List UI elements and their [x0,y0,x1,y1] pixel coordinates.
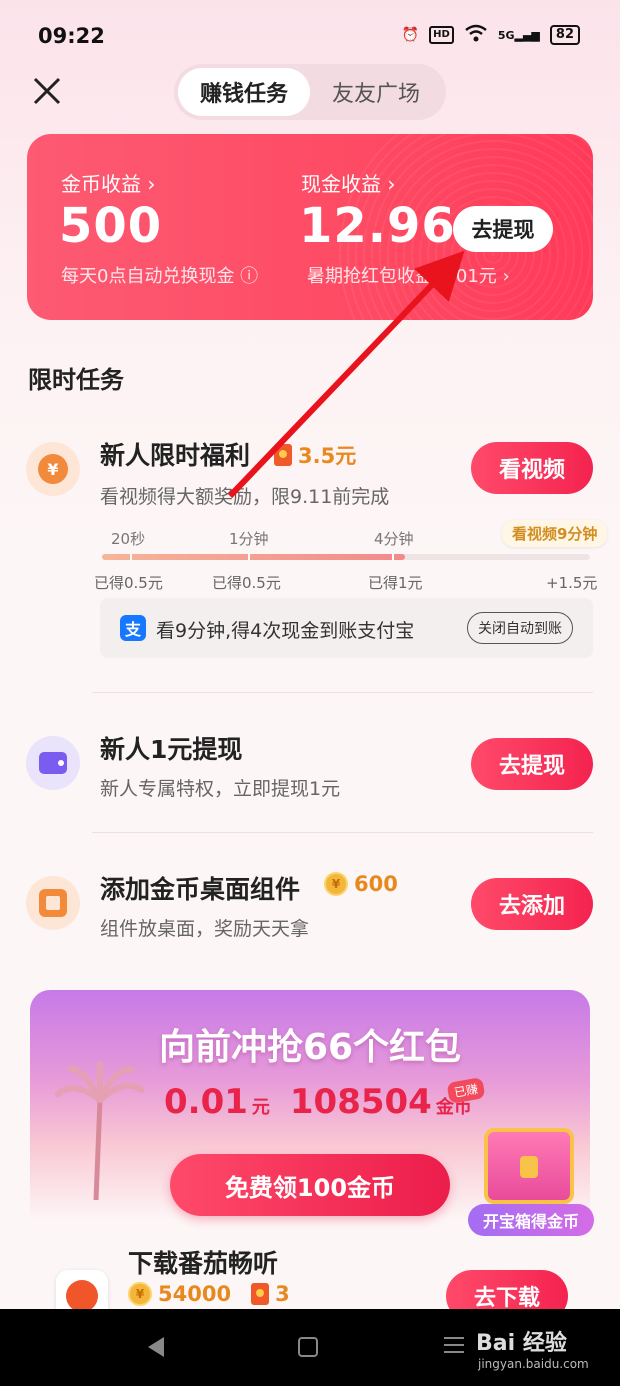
milestone-earned: 已得0.5元 [212,574,281,592]
network-label: 5G [497,28,515,42]
wallet-icon [26,736,80,790]
treasure-chest-widget[interactable]: 开宝箱得金币 [468,1118,594,1238]
banner-coin-amount: 108504 [289,1082,432,1122]
yuan-coin-icon: ¥ [26,442,80,496]
alipay-text: 看9分钟,得4次现金到账支付宝 [156,620,415,642]
close-auto-deposit-button[interactable]: 关闭自动到账 [467,612,573,644]
banner-cash-amount: 0.01 [164,1082,248,1122]
withdraw-1yuan-button[interactable]: 去提现 [471,738,593,790]
withdraw-button[interactable]: 去提现 [453,206,553,252]
summer-redpacket-note[interactable]: 暑期抢红包收益 0.01元 › [307,262,510,288]
coin-icon: ¥ [324,872,348,896]
task-progress-bar [102,554,590,560]
battery-icon: 82 [549,25,580,45]
widget-icon [26,876,80,930]
task-progress-fill [102,554,405,560]
chest-label: 开宝箱得金币 [468,1204,594,1236]
progress-tick [130,554,132,560]
earnings-card: 金币收益 › 500 每天0点自动兑换现金 ⓘ 现金收益 › 12.96 暑期抢… [27,134,593,320]
task-subtitle: 组件放桌面，奖励天天拿 [100,918,310,940]
app-task-rewards: ¥ 54000 3 [128,1282,290,1306]
task-title: 新人限时福利 [100,441,251,470]
baidu-watermark: Bai 经验 [476,1331,567,1356]
add-widget-button[interactable]: 去添加 [471,878,593,930]
coin-icon: ¥ [128,1282,152,1306]
hd-icon: HD [429,26,454,44]
task-reward-value: 600 [354,872,398,896]
status-time: 09:22 [38,24,105,48]
task-reward: 3.5元 [274,440,356,470]
task-subtitle: 看视频得大额奖励，限9.11前完成 [100,486,390,508]
app-coin-reward: 54000 [158,1282,232,1306]
top-tab-switcher: 赚钱任务 友友广场 [174,64,446,120]
watch-video-button[interactable]: 看视频 [471,442,593,494]
task-title: 新人1元提现 [100,735,243,764]
milestone-earned: +1.5元 [546,574,598,592]
menu-nav-icon[interactable] [444,1337,464,1353]
back-nav-icon[interactable] [148,1337,164,1357]
status-bar: 09:22 ⏰ HD 5G▂▄▆ 82 [0,0,620,70]
divider [92,832,593,833]
system-nav-bar: Bai 经验 jingyan.baidu.com [0,1309,620,1386]
chest-lock-icon [520,1156,538,1178]
app-packet-reward: 3 [275,1282,290,1306]
alipay-icon: 支 [120,615,146,641]
close-icon [33,77,61,105]
wifi-icon [464,24,488,46]
task-subtitle: 新人专属特权，立即提现1元 [100,778,341,800]
tab-earn-tasks[interactable]: 赚钱任务 [178,68,310,116]
palm-tree-illustration [55,1061,144,1200]
milestone-time: 4分钟 [374,530,414,548]
app-task-title: 下载番茄畅听 [128,1249,279,1278]
banner-cash-unit: 元 [251,1097,270,1118]
cash-earnings-value: 12.96 [299,198,456,254]
progress-tick [392,554,394,560]
milestone-time: 1分钟 [229,530,269,548]
coin-earnings-link[interactable]: 金币收益 › [61,168,155,197]
watermark-url: jingyan.baidu.com [478,1357,589,1371]
alarm-icon: ⏰ [401,27,420,43]
milestone-earned: 已得1元 [368,574,423,592]
home-nav-icon[interactable] [298,1337,318,1357]
task-reward: ¥ 600 [324,872,398,896]
coin-exchange-note[interactable]: 每天0点自动兑换现金 ⓘ [61,262,258,288]
red-packet-icon [251,1283,270,1305]
milestone-earned: 已得0.5元 [94,574,163,592]
close-button[interactable] [30,74,64,108]
task-reward-value: 3.5元 [298,444,357,468]
section-title: 限时任务 [28,366,124,394]
tab-friend-square[interactable]: 友友广场 [310,68,442,116]
status-icons: ⏰ HD 5G▂▄▆ 82 [402,24,580,46]
milestone-time: 20秒 [111,530,146,548]
coin-earnings-value: 500 [59,198,163,254]
signal-icon: 5G▂▄▆ [497,28,540,42]
banner-title: 向前冲抢66个红包 [158,1027,462,1068]
task-title: 添加金币桌面组件 [100,875,301,904]
milestone-goal-bubble: 看视频9分钟 [502,520,608,547]
cash-earnings-link[interactable]: 现金收益 › [301,168,395,197]
progress-tick [248,554,250,560]
divider [92,692,593,693]
red-packet-icon [274,444,292,466]
alipay-info-bar: 支 看9分钟,得4次现金到账支付宝 关闭自动到账 [100,598,593,658]
banner-amounts: 0.01 元 108504 金币 [164,1082,472,1122]
free-coins-button[interactable]: 免费领100金币 [170,1154,450,1216]
